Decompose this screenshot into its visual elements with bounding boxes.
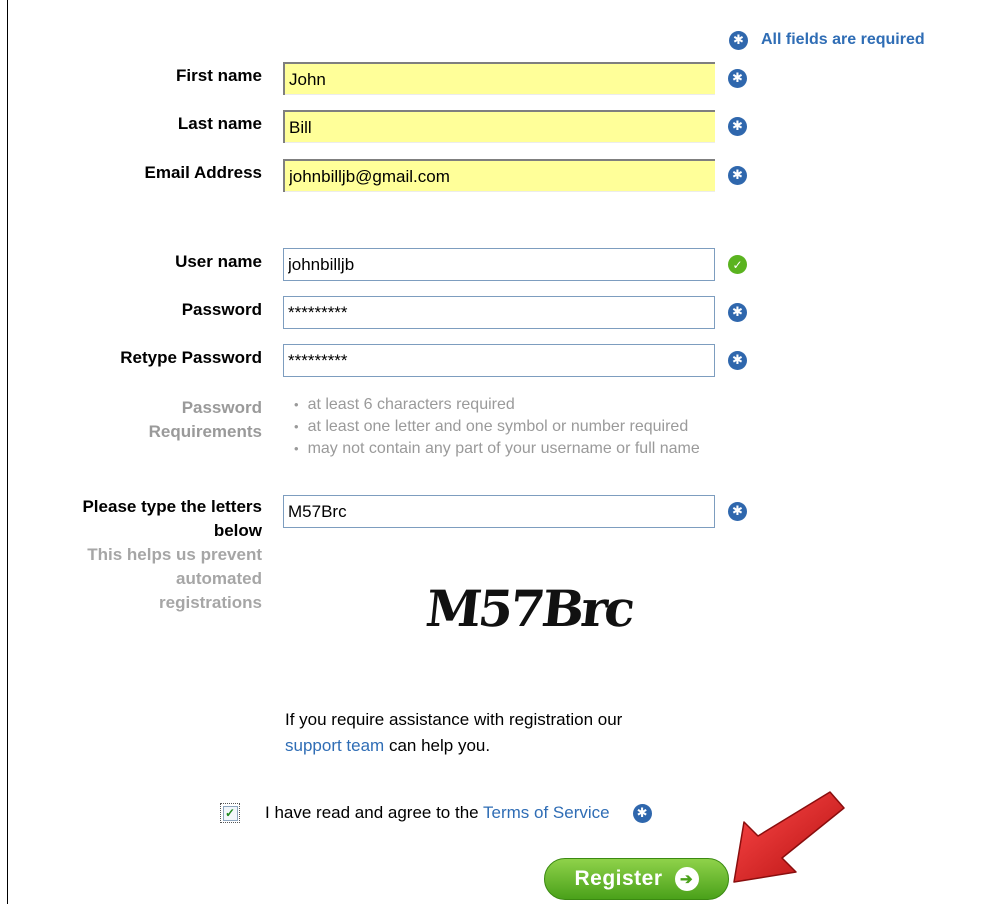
email-row: Email Address ✱ bbox=[0, 159, 983, 193]
retype-password-input[interactable] bbox=[283, 344, 715, 377]
list-item: may not contain any part of your usernam… bbox=[294, 438, 700, 460]
tos-checkbox[interactable]: ✓ bbox=[220, 803, 240, 823]
star-icon: ✱ bbox=[728, 351, 747, 370]
list-item: at least 6 characters required bbox=[294, 394, 700, 416]
first-name-label: First name bbox=[176, 66, 262, 85]
required-note-text: All fields are required bbox=[761, 31, 925, 48]
retype-password-label: Retype Password bbox=[120, 348, 262, 367]
star-icon: ✱ bbox=[728, 502, 747, 521]
star-icon: ✱ bbox=[632, 803, 652, 823]
tos-row: ✓ I have read and agree to the Terms of … bbox=[220, 801, 652, 825]
required-note: ✱ All fields are required bbox=[729, 30, 925, 50]
tos-text: I have read and agree to the bbox=[265, 803, 479, 822]
retype-password-row: Retype Password ✱ bbox=[0, 344, 983, 378]
first-name-input[interactable] bbox=[283, 62, 715, 95]
list-item: at least one letter and one symbol or nu… bbox=[294, 416, 700, 438]
password-input[interactable] bbox=[283, 296, 715, 329]
red-arrow bbox=[733, 791, 845, 883]
star-icon: ✱ bbox=[728, 117, 747, 136]
password-label: Password bbox=[181, 300, 262, 319]
captcha-image-text: M57Brc bbox=[423, 579, 637, 638]
check-icon: ✓ bbox=[728, 255, 747, 274]
captcha-image: M57Brc bbox=[423, 579, 637, 638]
email-input[interactable] bbox=[283, 159, 715, 192]
last-name-row: Last name ✱ bbox=[0, 110, 983, 144]
password-row: Password ✱ bbox=[0, 296, 983, 330]
support-team-link[interactable]: support team bbox=[285, 736, 384, 755]
star-icon: ✱ bbox=[728, 166, 747, 185]
terms-of-service-link[interactable]: Terms of Service bbox=[483, 803, 610, 822]
email-label: Email Address bbox=[144, 163, 262, 182]
username-row: User name ✓ bbox=[0, 248, 983, 282]
last-name-label: Last name bbox=[177, 114, 262, 133]
checkmark-icon: ✓ bbox=[222, 805, 238, 821]
captcha-input[interactable] bbox=[283, 495, 715, 528]
star-icon: ✱ bbox=[728, 303, 747, 322]
username-label: User name bbox=[175, 252, 262, 271]
arrow-right-circle-icon: ➔ bbox=[674, 867, 699, 891]
register-button-label: Register bbox=[574, 867, 663, 890]
first-name-row: First name ✱ bbox=[0, 62, 983, 96]
username-input[interactable] bbox=[283, 248, 715, 281]
assistance-text: If you require assistance with registrat… bbox=[285, 710, 623, 755]
password-requirements-list: at least 6 characters required at least … bbox=[294, 394, 700, 460]
captcha-row: ✱ bbox=[0, 495, 983, 529]
star-icon: ✱ bbox=[728, 69, 747, 88]
captcha-help-text: This helps us prevent automated registra… bbox=[87, 545, 262, 612]
register-button[interactable]: Register ➔ bbox=[544, 858, 729, 900]
star-icon: ✱ bbox=[729, 30, 748, 50]
last-name-input[interactable] bbox=[283, 110, 715, 143]
password-requirements-label: Password Requirements bbox=[148, 398, 262, 441]
